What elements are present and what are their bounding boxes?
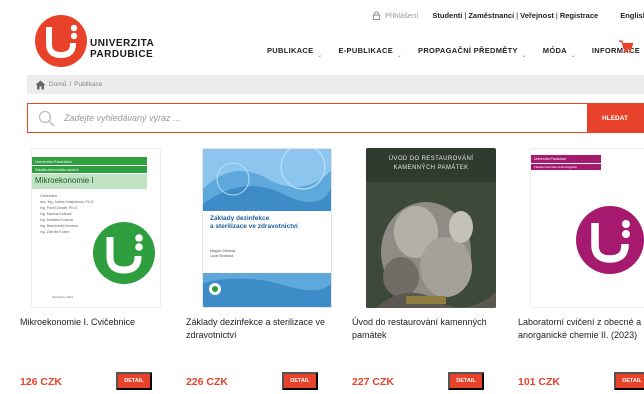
- product-title[interactable]: Mikroekonomie I. Cvičebnice: [20, 316, 180, 329]
- top-link-students[interactable]: Studenti: [432, 11, 462, 20]
- product-card: ÚVOD DO RESTAUROVÁNÍ KAMENNÝCH PAMÁTEK Ú…: [352, 148, 512, 394]
- cover-title-line: ÚVOD DO RESTAUROVÁNÍ: [388, 156, 474, 162]
- chevron-down-icon: ⌄: [396, 53, 403, 59]
- top-link-separator: |: [555, 11, 558, 20]
- product-price: 226 CZK: [186, 376, 229, 388]
- logo[interactable]: [34, 14, 88, 68]
- product-title[interactable]: Základy dezinfekce a sterilizace ve zdra…: [186, 316, 346, 342]
- chevron-down-icon: ⌄: [317, 53, 323, 59]
- book-cover[interactable]: Univerzita Pardubice Fakulta ekonomicko-…: [31, 148, 161, 308]
- cover-title-line: a sterilizace ve zdravotnictví: [210, 223, 298, 230]
- chevron-down-icon: ⌄: [570, 53, 576, 59]
- top-links: Přihlášení Studenti | Zaměstnanci | Veře…: [372, 11, 644, 20]
- cover-title-line: KAMENNÝCH PAMÁTEK: [393, 165, 469, 171]
- book-cover[interactable]: Univerzita Pardubice Fakulta chemicko-te…: [530, 148, 644, 308]
- detail-button[interactable]: DETAIL: [448, 372, 484, 390]
- nav-item-propagacni-predmety[interactable]: PROPAGAČNÍ PŘEDMĚTY ⌄: [418, 46, 526, 59]
- product-card: Základy dezinfekce a sterilizace ve zdra…: [186, 148, 346, 394]
- nav-item-publikace[interactable]: PUBLIKACE ⌄: [267, 46, 322, 59]
- breadcrumb-separator: /: [69, 81, 72, 88]
- detail-button[interactable]: DETAIL: [282, 372, 318, 390]
- top-link-separator: |: [464, 11, 467, 20]
- breadcrumb-home[interactable]: Domů: [49, 81, 66, 88]
- logo-text-line-1: UNIVERZITA: [90, 38, 155, 49]
- lock-icon: [372, 11, 381, 20]
- nav-item-moda[interactable]: MÓDA ⌄: [542, 46, 576, 59]
- search-icon: [38, 110, 55, 127]
- cart-icon[interactable]: [619, 40, 633, 53]
- cover-title-line: Základy dezinfekce: [210, 215, 270, 222]
- language-switch[interactable]: English: [620, 11, 644, 20]
- nav-label: PROPAGAČNÍ PŘEDMĚTY: [418, 46, 518, 55]
- product-card: Univerzita Pardubice Fakulta ekonomicko-…: [20, 148, 180, 394]
- home-icon[interactable]: [35, 80, 46, 90]
- logo-text-line-2: PARDUBICE: [90, 49, 154, 60]
- top-link-staff[interactable]: Zaměstnanci: [468, 11, 514, 20]
- nav-label: PUBLIKACE: [267, 46, 314, 55]
- search-bar: HLEDAT: [27, 103, 644, 133]
- cover-logo: [93, 222, 155, 284]
- login-link[interactable]: Přihlášení: [385, 11, 418, 20]
- breadcrumb-current: Publikace: [74, 81, 103, 88]
- logo-text: UNIVERZITA PARDUBICE: [90, 38, 154, 60]
- book-cover[interactable]: Základy dezinfekce a sterilizace ve zdra…: [202, 148, 332, 308]
- cover-authors: Magda Ciahlová Lucie Brostová: [210, 249, 235, 259]
- cover-authors: Cvičebnice doc. Ing. Jolana Volejníková,…: [40, 193, 94, 235]
- product-title[interactable]: Laboratorní cvičení z obecné a anorganic…: [518, 316, 644, 342]
- search-input[interactable]: [64, 109, 584, 127]
- cover-author: Ing. Zdeněk Kubec: [40, 230, 70, 234]
- cover-band: Fakulta chemicko-technologická: [531, 164, 601, 170]
- cover-wave-art: [203, 149, 331, 211]
- breadcrumb: Domů / Publikace: [27, 75, 644, 94]
- product-price: 227 CZK: [352, 376, 395, 388]
- cover-sculpture-photo: [366, 182, 496, 308]
- cover-logo: [576, 206, 644, 274]
- cover-author: Lucie Brostová: [210, 254, 234, 258]
- cover-title: Mikroekonomie I: [32, 174, 147, 189]
- cover-title: Základy dezinfekce a sterilizace ve zdra…: [210, 215, 298, 231]
- nav-label: MÓDA: [542, 46, 567, 55]
- cover-bottom-band: [203, 273, 331, 307]
- top-link-registration[interactable]: Registrace: [560, 11, 598, 20]
- book-cover[interactable]: ÚVOD DO RESTAUROVÁNÍ KAMENNÝCH PAMÁTEK: [366, 148, 496, 308]
- search-button[interactable]: HLEDAT: [587, 104, 643, 132]
- top-link-separator: |: [516, 11, 519, 20]
- nav-label: E-PUBLIKACE: [338, 46, 394, 55]
- cover-band: Univerzita Pardubice: [32, 157, 147, 165]
- detail-button[interactable]: DETAIL: [614, 372, 644, 390]
- top-link-public[interactable]: Veřejnost: [520, 11, 554, 20]
- product-price: 101 CZK: [518, 376, 561, 388]
- product-title[interactable]: Úvod do restaurování kamenných památek: [352, 316, 512, 342]
- cover-band: Fakulta ekonomicko-správní: [32, 166, 147, 173]
- product-card: Univerzita Pardubice Fakulta chemicko-te…: [518, 148, 644, 394]
- detail-button[interactable]: DETAIL: [116, 372, 152, 390]
- cover-title: ÚVOD DO RESTAUROVÁNÍ KAMENNÝCH PAMÁTEK: [366, 155, 496, 173]
- cover-band: Univerzita Pardubice: [531, 155, 601, 163]
- cover-footer: Pardubice 2023: [52, 295, 74, 299]
- chevron-down-icon: ⌄: [521, 53, 527, 59]
- main-nav: PUBLIKACE ⌄ E-PUBLIKACE ⌄ PROPAGAČNÍ PŘEDM…: [267, 46, 644, 59]
- product-price: 126 CZK: [20, 376, 63, 388]
- nav-item-e-publikace[interactable]: E-PUBLIKACE ⌄: [338, 46, 401, 59]
